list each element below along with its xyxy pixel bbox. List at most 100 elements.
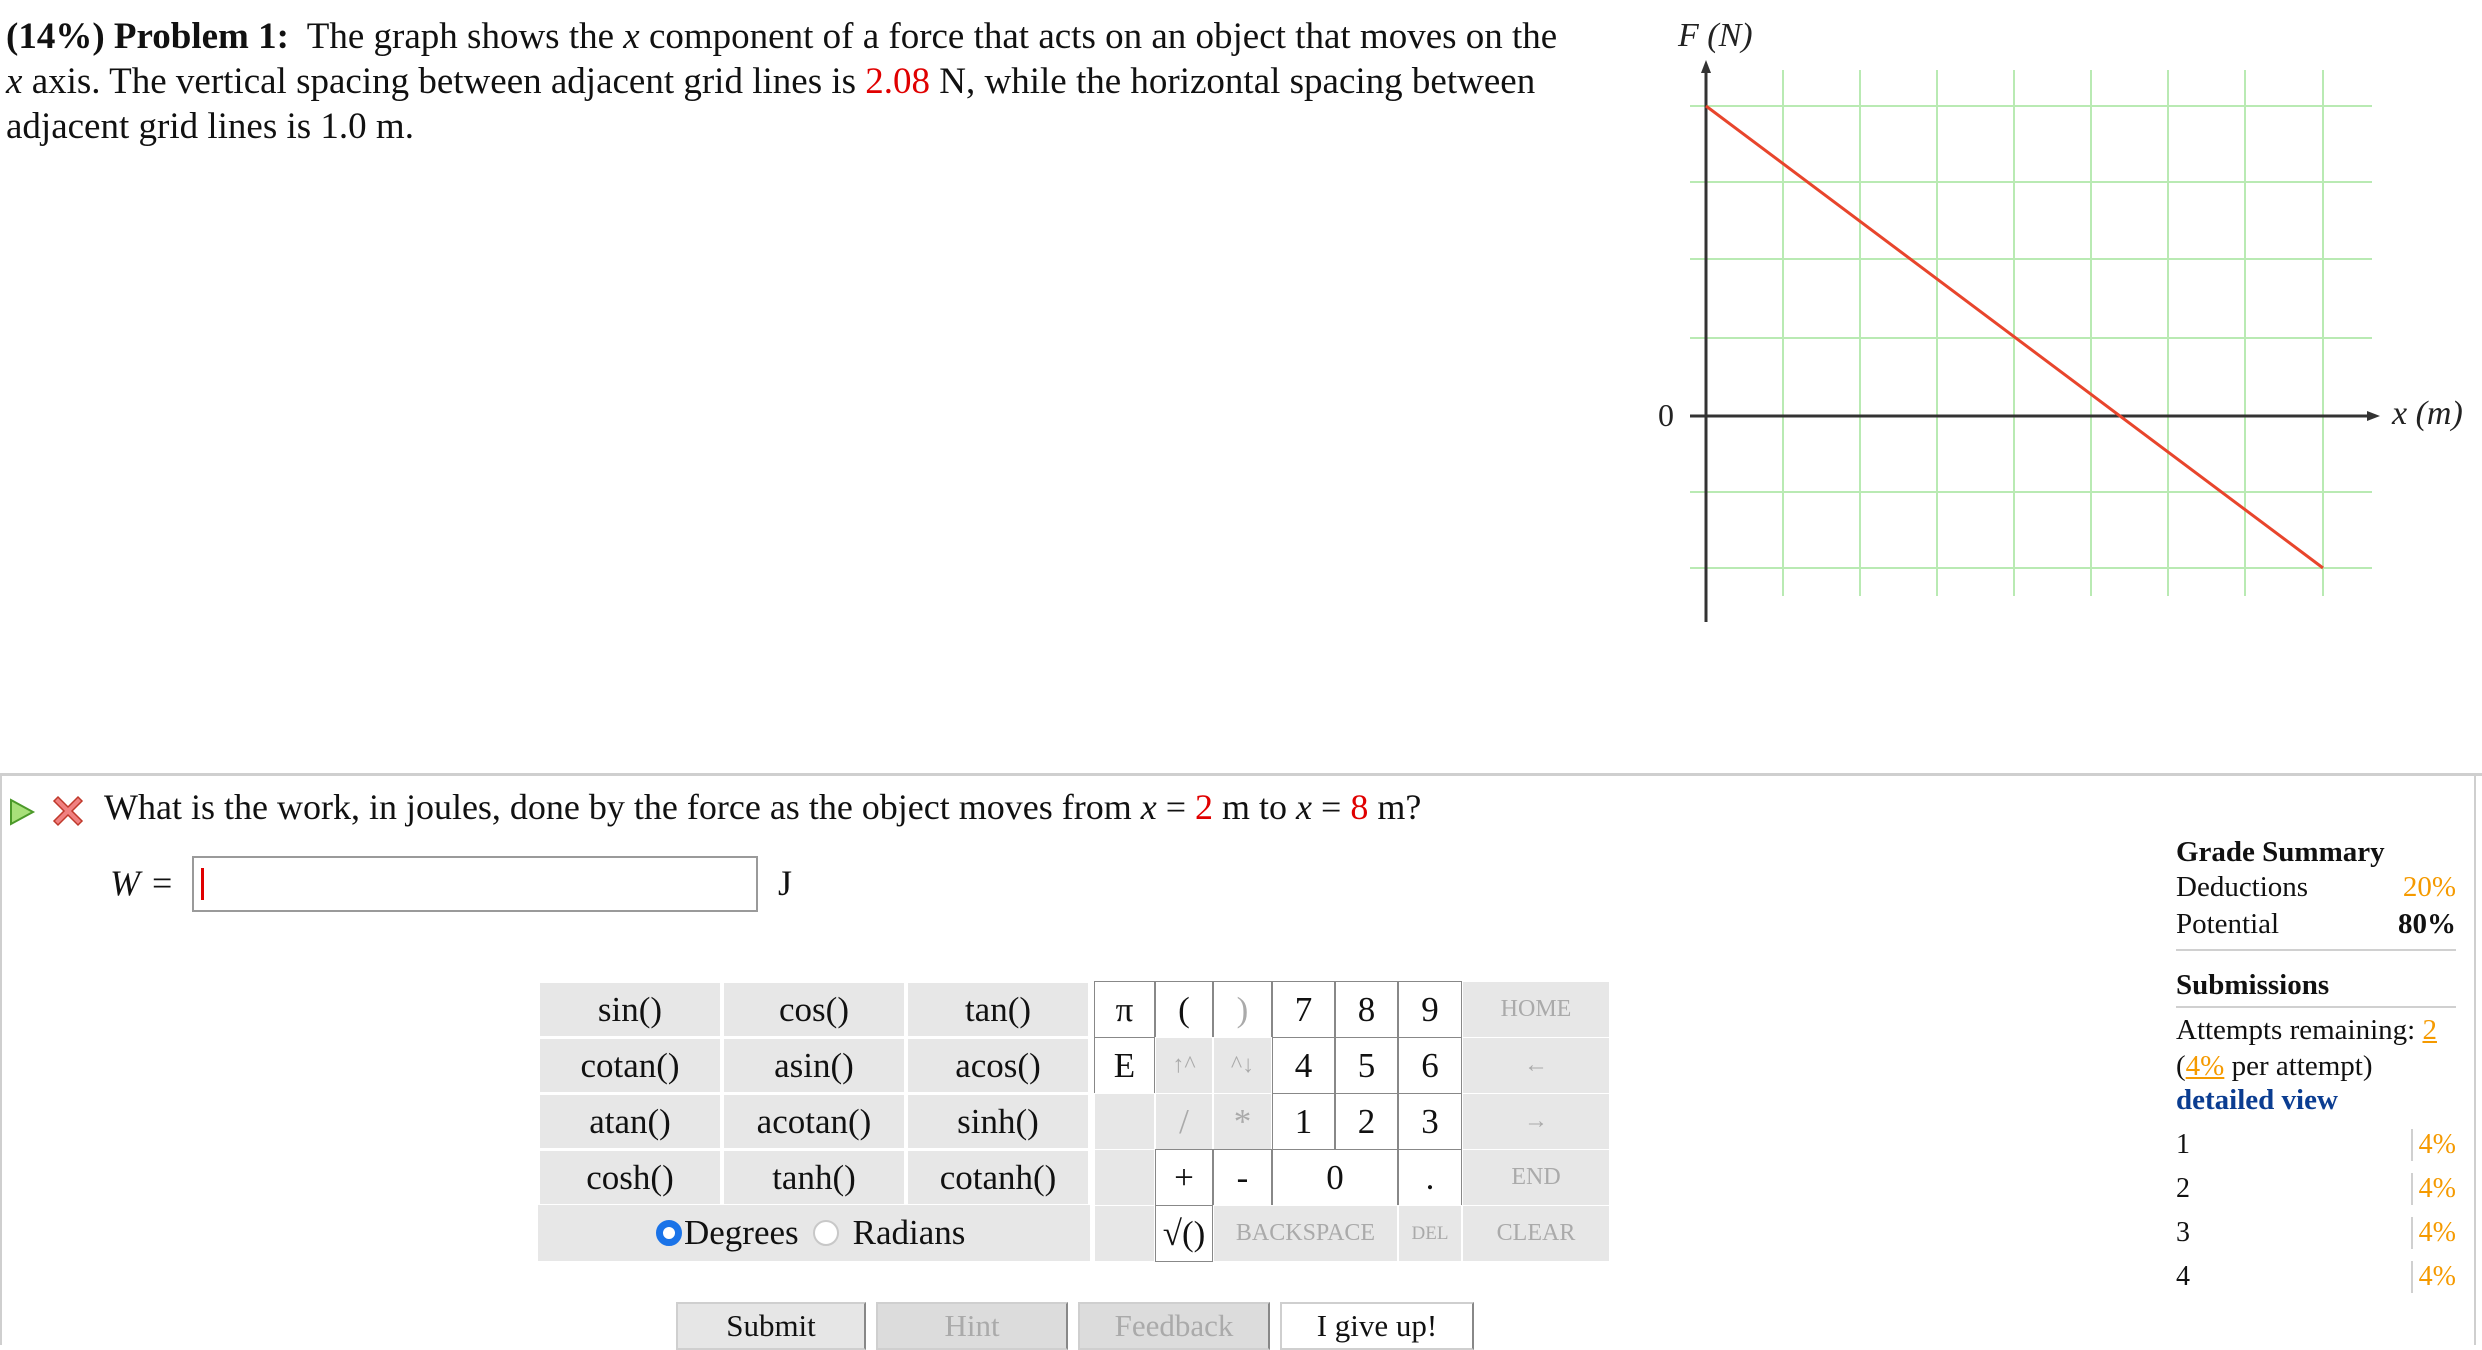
attempt-row-2: 2 4%: [2176, 1167, 2456, 1211]
per-attempt-text: per attempt): [2231, 1050, 2373, 1082]
key-tan[interactable]: tan(): [906, 981, 1090, 1038]
key-down-caret[interactable]: ^↓: [1213, 1037, 1272, 1094]
key-left-arrow[interactable]: ←: [1462, 1037, 1610, 1094]
key-3[interactable]: 3: [1398, 1093, 1462, 1150]
from-value: 2: [1195, 787, 1214, 827]
key-clear[interactable]: CLEAR: [1462, 1205, 1610, 1262]
key-up-caret[interactable]: ↑^: [1155, 1037, 1213, 1094]
attempts-info: Attempts remaining: 2 (4% per attempt): [2176, 1012, 2456, 1084]
key-cos[interactable]: cos(): [722, 981, 906, 1038]
key-tanh[interactable]: tanh(): [722, 1149, 906, 1206]
key-5[interactable]: 5: [1335, 1037, 1398, 1094]
key-2[interactable]: 2: [1335, 1093, 1398, 1150]
question-eq-2: =: [1321, 787, 1342, 827]
y-axis-arrow: [1701, 60, 1711, 73]
submissions-divider: [2176, 1006, 2456, 1008]
to-value: 8: [1350, 787, 1369, 827]
attempt-number: 1: [2176, 1129, 2190, 1160]
key-cosh[interactable]: cosh(): [538, 1149, 722, 1206]
radio-radians[interactable]: [812, 1220, 839, 1246]
key-0[interactable]: 0: [1272, 1149, 1398, 1206]
attempts-list: 1 4% 2 4% 3 4% 4 4%: [2176, 1123, 2456, 1299]
question-eq-1: =: [1165, 787, 1187, 827]
key-del[interactable]: DEL: [1398, 1205, 1462, 1262]
problem-text-3: axis. The vertical spacing between adjac…: [31, 61, 857, 102]
key-sin[interactable]: sin(): [538, 981, 722, 1038]
submit-button[interactable]: Submit: [676, 1302, 866, 1350]
key-sinh[interactable]: sinh(): [906, 1093, 1090, 1150]
answer-input[interactable]: [192, 856, 758, 912]
feedback-button[interactable]: Feedback: [1078, 1302, 1270, 1350]
key-plus[interactable]: +: [1155, 1149, 1213, 1206]
problem-text-2: component of a force that acts on an obj…: [648, 16, 1558, 57]
spacing-value: 2.08: [865, 61, 931, 102]
graph-grid: [1690, 70, 2372, 596]
key-blank-2: [1094, 1149, 1155, 1206]
degrees-label: Degrees: [684, 1213, 799, 1252]
key-close-paren[interactable]: ): [1213, 981, 1272, 1038]
key-acos[interactable]: acos(): [906, 1037, 1090, 1094]
attempts-open-paren: (: [2176, 1050, 2186, 1082]
hint-button[interactable]: Hint: [876, 1302, 1068, 1350]
x-axis-arrow: [2367, 411, 2380, 421]
key-blank-3: [1094, 1205, 1155, 1262]
key-e[interactable]: E: [1094, 1037, 1155, 1094]
key-8[interactable]: 8: [1335, 981, 1398, 1038]
attempt-row-4: 4 4%: [2176, 1255, 2456, 1299]
key-6[interactable]: 6: [1398, 1037, 1462, 1094]
answer-variable: W: [110, 863, 140, 903]
deductions-value: 20%: [2402, 871, 2456, 903]
key-acotan[interactable]: acotan(): [722, 1093, 906, 1150]
key-7[interactable]: 7: [1272, 981, 1335, 1038]
key-backspace[interactable]: BACKSPACE: [1213, 1205, 1398, 1262]
number-keypad: π ( ) 7 8 9 HOME E ↑^ ^↓ 4 5 6 ← / * 1 2…: [1094, 981, 1610, 1263]
attempt-pct: 4%: [2410, 1129, 2456, 1161]
problem-statement: (14%) Problem 1: The graph shows the x c…: [6, 14, 1606, 149]
key-cotan[interactable]: cotan(): [538, 1037, 722, 1094]
attempts-value: 2: [2422, 1014, 2437, 1046]
question-text-1: What is the work, in joules, done by the…: [104, 787, 1132, 827]
key-pi[interactable]: π: [1094, 981, 1155, 1038]
key-home[interactable]: HOME: [1462, 981, 1610, 1038]
key-1[interactable]: 1: [1272, 1093, 1335, 1150]
key-4[interactable]: 4: [1272, 1037, 1335, 1094]
question-var-1: x: [1140, 787, 1157, 827]
key-star[interactable]: *: [1213, 1093, 1272, 1150]
angle-mode-selector: Degrees Radians: [538, 1205, 1090, 1261]
attempt-number: 4: [2176, 1261, 2190, 1292]
detailed-view-link[interactable]: detailed view: [2176, 1084, 2456, 1117]
key-slash[interactable]: /: [1155, 1093, 1213, 1150]
attempt-row-1: 1 4%: [2176, 1123, 2456, 1167]
question-var-2: x: [1296, 787, 1313, 827]
deductions-row: Deductions 20%: [2176, 869, 2456, 906]
key-asin[interactable]: asin(): [722, 1037, 906, 1094]
key-9[interactable]: 9: [1398, 981, 1462, 1038]
key-open-paren[interactable]: (: [1155, 981, 1213, 1038]
give-up-button[interactable]: I give up!: [1280, 1302, 1474, 1350]
radio-degrees[interactable]: [656, 1220, 682, 1246]
key-blank: [1094, 1093, 1155, 1150]
attempt-pct: 4%: [2410, 1217, 2456, 1249]
key-atan[interactable]: atan(): [538, 1093, 722, 1150]
play-icon[interactable]: [8, 797, 36, 827]
potential-value: 80%: [2398, 908, 2456, 940]
summary-divider: [2176, 949, 2456, 951]
per-attempt-pct: 4%: [2185, 1050, 2225, 1082]
key-cotanh[interactable]: cotanh(): [906, 1149, 1090, 1206]
answer-unit: J: [778, 863, 793, 903]
attempt-pct: 4%: [2410, 1173, 2456, 1205]
key-right-arrow[interactable]: →: [1462, 1093, 1610, 1150]
attempt-number: 3: [2176, 1217, 2190, 1248]
problem-text-1: The graph shows the: [306, 16, 615, 57]
y-axis-label: F (N): [1677, 17, 1753, 54]
key-end[interactable]: END: [1462, 1149, 1610, 1206]
force-graph: F (N) x (m) 0: [1658, 17, 2463, 622]
grade-summary-title: Grade Summary: [2176, 836, 2385, 868]
key-sqrt[interactable]: √(): [1155, 1205, 1213, 1262]
key-dot[interactable]: .: [1398, 1149, 1462, 1206]
text-caret: [201, 868, 204, 900]
radians-label: Radians: [852, 1213, 966, 1252]
key-minus[interactable]: -: [1213, 1149, 1272, 1206]
answer-equals: =: [152, 863, 173, 903]
problem-weight: (14%): [6, 16, 105, 57]
